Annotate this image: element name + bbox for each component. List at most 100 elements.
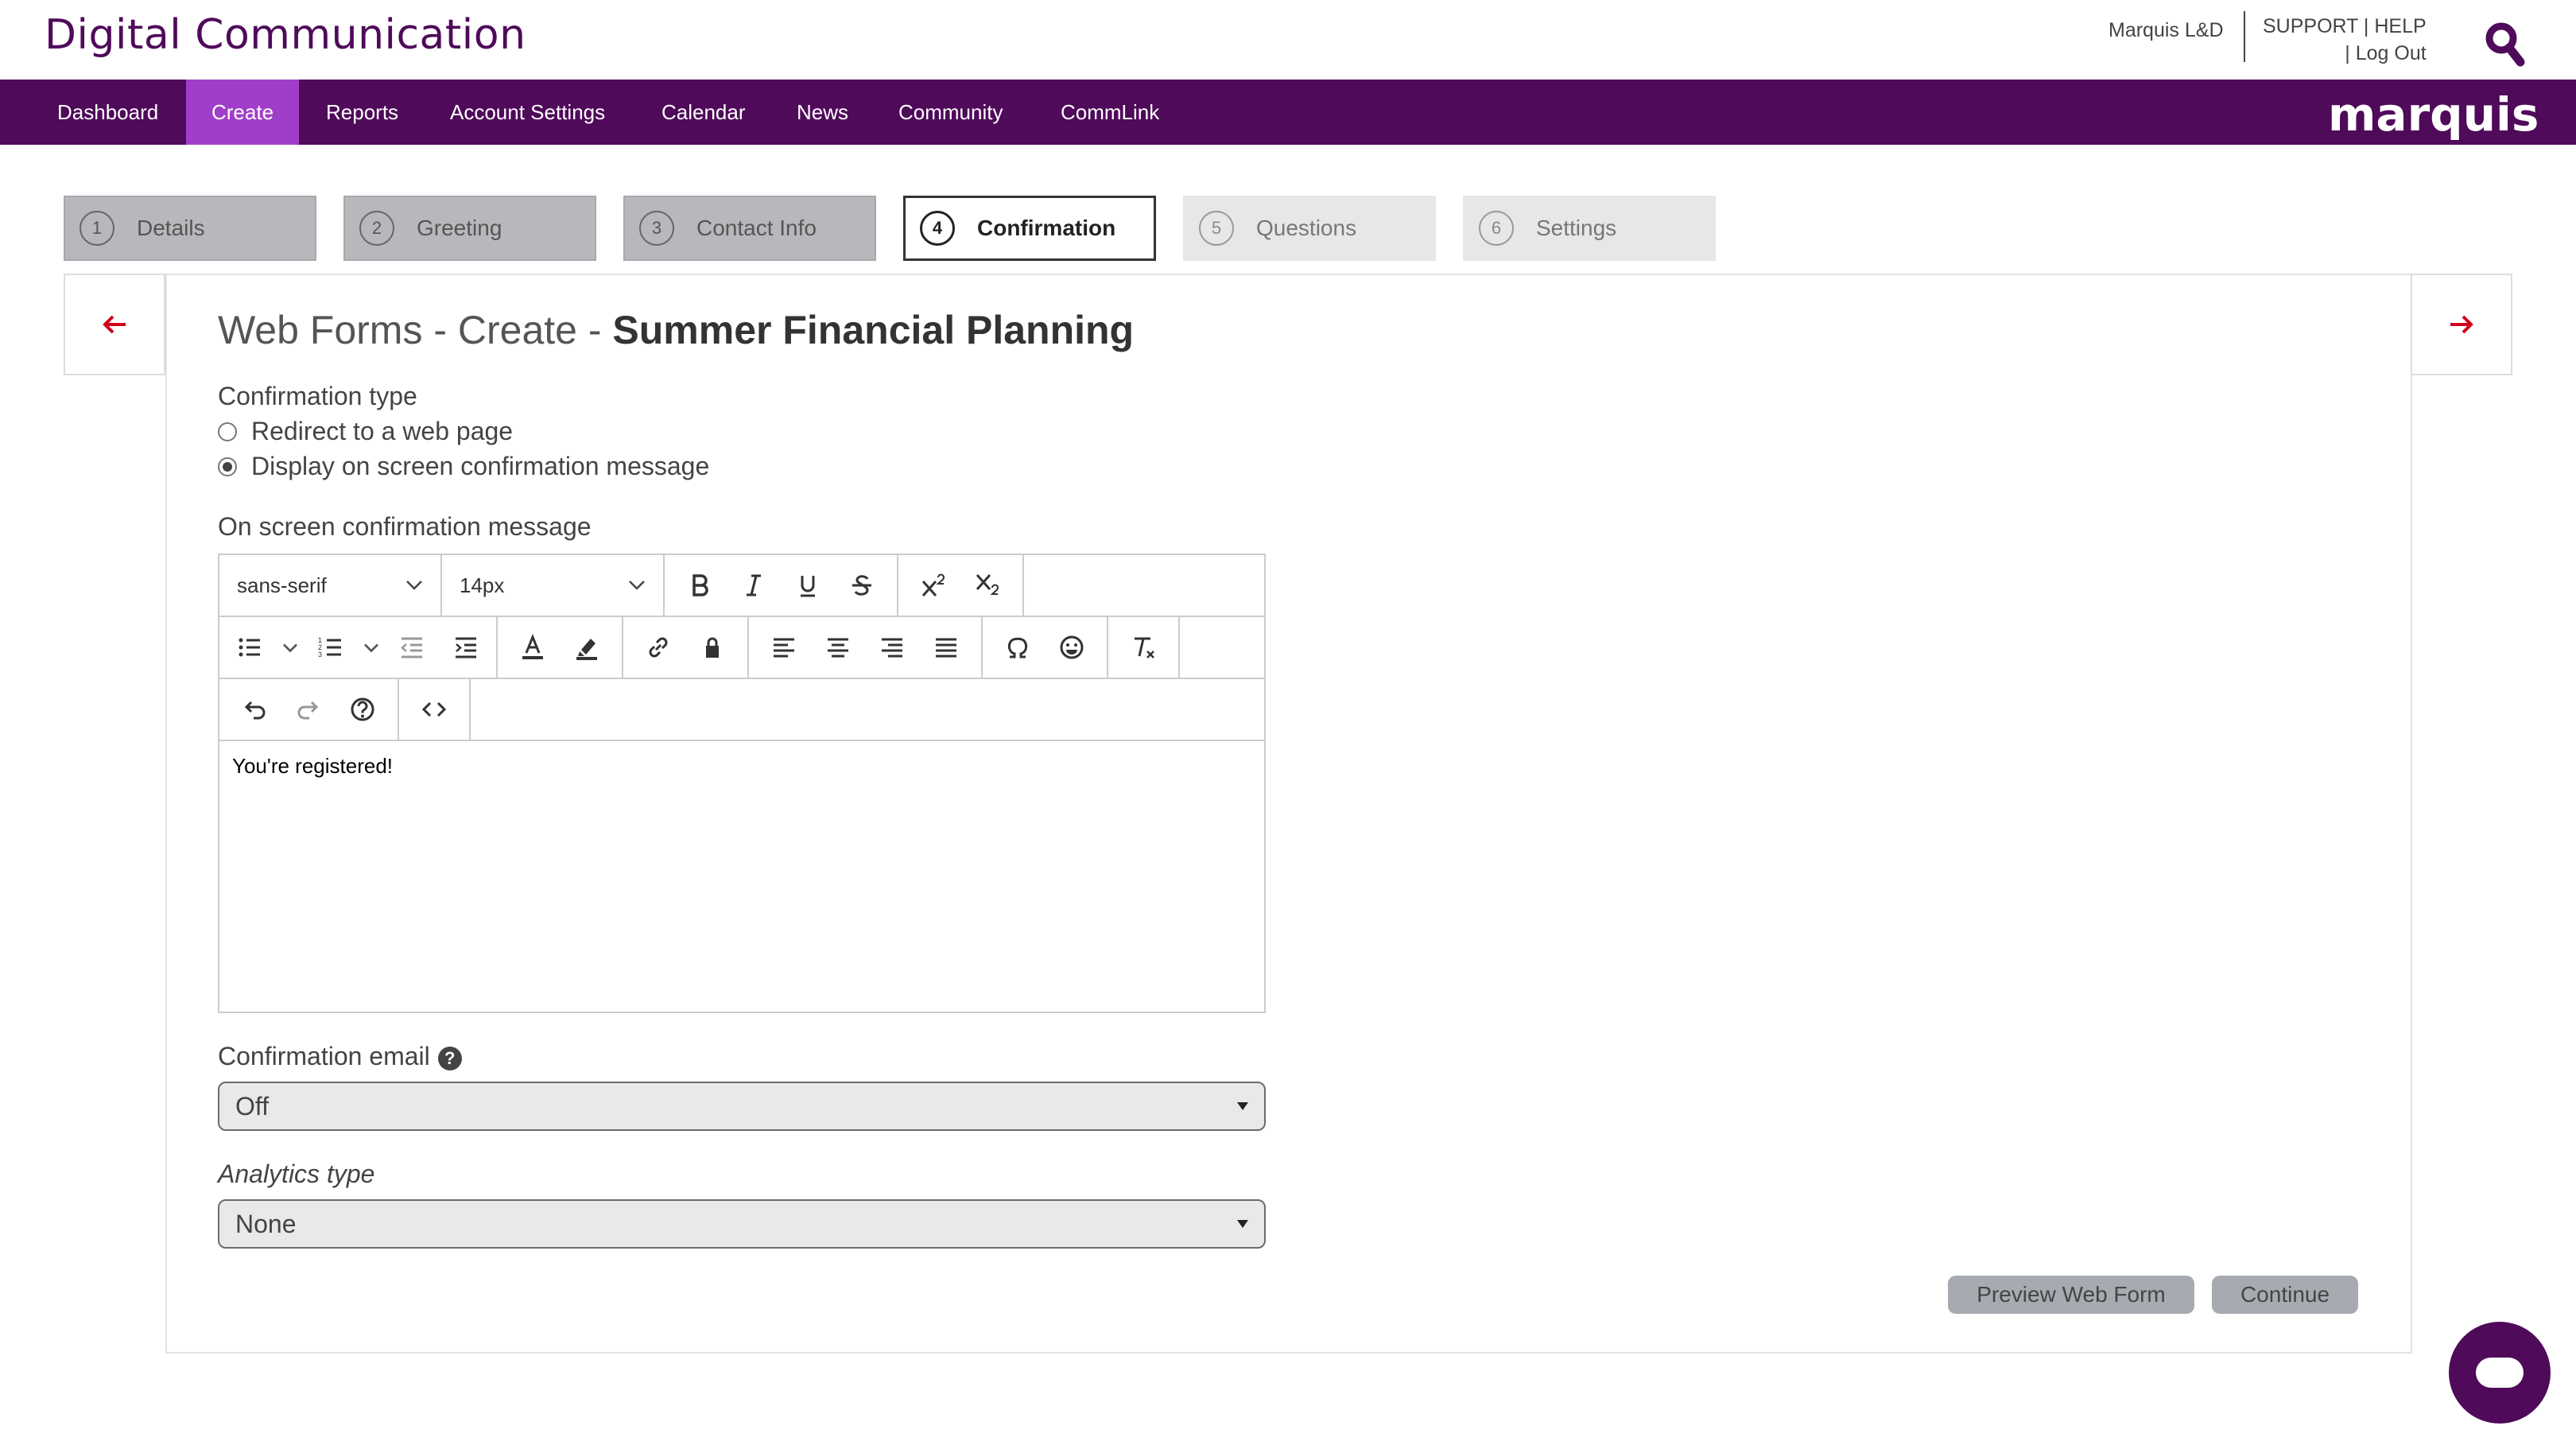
- step-contact-info[interactable]: 3 Contact Info: [623, 196, 876, 261]
- redo-button[interactable]: [281, 684, 336, 735]
- highlight-color-button[interactable]: [560, 622, 614, 673]
- editor-content[interactable]: You're registered!: [232, 754, 393, 779]
- bullet-list-button[interactable]: [223, 622, 277, 673]
- align-right-icon: [882, 638, 902, 658]
- subscript-button[interactable]: [960, 560, 1014, 611]
- app-brand-title[interactable]: Digital Communication: [45, 11, 526, 59]
- step-confirmation[interactable]: 4 Confirmation: [903, 196, 1156, 261]
- logout-link[interactable]: Log Out: [2356, 42, 2427, 64]
- numbered-list-options[interactable]: [358, 622, 385, 673]
- lock-button[interactable]: [685, 622, 739, 673]
- align-justify-button[interactable]: [919, 622, 973, 673]
- analytics-type-select[interactable]: None: [218, 1199, 1266, 1249]
- step-number: 1: [80, 211, 114, 246]
- italic-button[interactable]: [727, 560, 781, 611]
- outdent-button[interactable]: [385, 622, 439, 673]
- align-group: [749, 617, 983, 678]
- next-step-button[interactable]: [2411, 274, 2512, 375]
- title-prefix: Web Forms - Create -: [218, 308, 602, 352]
- radio-display[interactable]: [218, 456, 237, 476]
- marquis-logo[interactable]: marquis: [2328, 87, 2539, 142]
- svg-text:3: 3: [318, 651, 322, 658]
- radio-redirect-option[interactable]: Redirect to a web page: [218, 417, 513, 446]
- step-number: 5: [1199, 211, 1234, 246]
- preview-web-form-button[interactable]: Preview Web Form: [1948, 1276, 2194, 1314]
- emoji-button[interactable]: [1045, 622, 1099, 673]
- nav-commlink[interactable]: CommLink: [1035, 80, 1185, 145]
- link-group: [623, 617, 749, 678]
- nav-account-settings[interactable]: Account Settings: [425, 80, 630, 145]
- align-left-icon: [774, 638, 794, 658]
- align-right-button[interactable]: [865, 622, 919, 673]
- emoji-icon: [1060, 635, 1084, 659]
- bullet-list-options[interactable]: [277, 622, 304, 673]
- font-family-select[interactable]: sans-serif: [219, 555, 442, 616]
- bold-button[interactable]: [673, 560, 727, 611]
- text-color-button[interactable]: [506, 622, 560, 673]
- confirmation-type-label: Confirmation type: [218, 382, 417, 410]
- step-settings[interactable]: 6 Settings: [1463, 196, 1716, 261]
- radio-display-label: Display on screen confirmation message: [251, 452, 710, 480]
- font-size-select[interactable]: 14px: [442, 555, 665, 616]
- strikethrough-button[interactable]: [835, 560, 889, 611]
- chat-button[interactable]: [2449, 1322, 2551, 1424]
- step-greeting[interactable]: 2 Greeting: [343, 196, 596, 261]
- nav-dashboard[interactable]: Dashboard: [32, 80, 184, 145]
- underline-button[interactable]: [781, 560, 835, 611]
- step-questions[interactable]: 5 Questions: [1183, 196, 1436, 261]
- chevron-down-icon: [629, 581, 645, 590]
- support-link[interactable]: SUPPORT: [2263, 15, 2358, 37]
- confirmation-email-select[interactable]: Off: [218, 1082, 1266, 1131]
- main-nav: Dashboard Create Reports Account Setting…: [0, 80, 2576, 145]
- undo-icon: [244, 701, 266, 720]
- arrow-left-icon: [103, 315, 126, 334]
- help-link[interactable]: HELP: [2374, 15, 2426, 37]
- link-separator: |: [2345, 42, 2350, 64]
- user-account-name[interactable]: Marquis L&D: [2109, 19, 2224, 42]
- numbered-list-icon: 123: [318, 636, 341, 658]
- align-center-button[interactable]: [811, 622, 865, 673]
- nav-calendar[interactable]: Calendar: [636, 80, 771, 145]
- analytics-type-label: Analytics type: [218, 1160, 375, 1188]
- nav-community[interactable]: Community: [873, 80, 1028, 145]
- search-icon[interactable]: [2482, 19, 2527, 68]
- continue-button[interactable]: Continue: [2212, 1276, 2358, 1314]
- color-group: [498, 617, 623, 678]
- numbered-list-button[interactable]: 123: [304, 622, 358, 673]
- code-group: [399, 679, 471, 740]
- align-left-button[interactable]: [757, 622, 811, 673]
- step-number: 3: [639, 211, 674, 246]
- nav-create[interactable]: Create: [186, 80, 300, 145]
- step-label: Confirmation: [977, 216, 1116, 240]
- special-character-button[interactable]: [991, 622, 1045, 673]
- step-label: Questions: [1256, 216, 1357, 240]
- strikethrough-icon: [852, 575, 871, 596]
- bullet-list-icon: [239, 638, 260, 657]
- bold-icon: [692, 574, 708, 596]
- superscript-icon: [921, 573, 945, 596]
- indent-button[interactable]: [439, 622, 493, 673]
- help-button[interactable]: [336, 684, 390, 735]
- rich-text-editor: sans-serif 14px 1 2 3 You're registered!: [218, 554, 1266, 1013]
- radio-redirect[interactable]: [218, 421, 237, 441]
- nav-reports[interactable]: Reports: [301, 80, 424, 145]
- undo-button[interactable]: [227, 684, 281, 735]
- clear-group: [1108, 617, 1180, 678]
- previous-step-button[interactable]: [64, 274, 165, 375]
- omega-icon: [1007, 637, 1028, 658]
- source-code-button[interactable]: [407, 684, 461, 735]
- step-label: Contact Info: [696, 216, 817, 240]
- message-label: On screen confirmation message: [218, 512, 592, 541]
- font-size-value: 14px: [460, 573, 505, 597]
- caret-down-icon: [1237, 1220, 1248, 1228]
- nav-news[interactable]: News: [771, 80, 874, 145]
- question-icon[interactable]: ?: [437, 1046, 462, 1070]
- clear-formatting-button[interactable]: [1116, 622, 1170, 673]
- superscript-button[interactable]: [906, 560, 960, 611]
- editor-toolbar-row-3: [219, 679, 1264, 741]
- analytics-type-value: None: [235, 1209, 297, 1238]
- step-details[interactable]: 1 Details: [64, 196, 316, 261]
- radio-display-option[interactable]: Display on screen confirmation message: [218, 452, 709, 481]
- insert-link-button[interactable]: [631, 622, 685, 673]
- clear-formatting-icon: [1135, 637, 1154, 658]
